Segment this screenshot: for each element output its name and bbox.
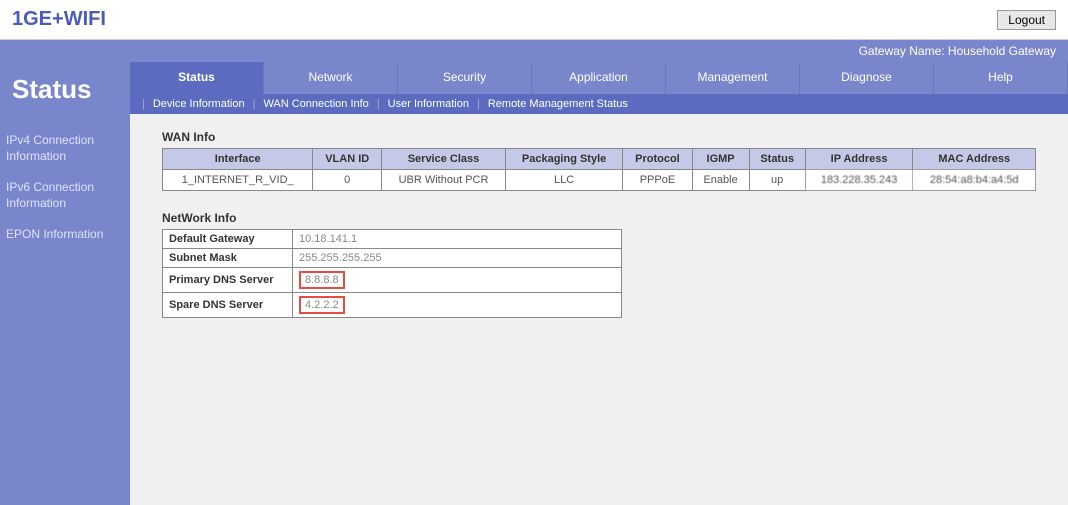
wan-vlan: 0 xyxy=(313,170,382,191)
tab-network[interactable]: Network xyxy=(264,62,398,94)
network-row-gateway: Default Gateway 10.18.141.1 xyxy=(163,230,622,249)
wan-service: UBR Without PCR xyxy=(382,170,506,191)
wan-header-igmp: IGMP xyxy=(692,149,749,170)
tab-help[interactable]: Help xyxy=(934,62,1068,94)
wan-header-protocol: Protocol xyxy=(623,149,692,170)
header: 1GE+WIFI Logout xyxy=(0,0,1068,40)
wan-header-mac: MAC Address xyxy=(913,149,1036,170)
subtab-wan-conn[interactable]: WAN Connection Info xyxy=(259,98,372,110)
logout-button[interactable]: Logout xyxy=(997,10,1056,30)
wan-ip: 183.228.35.243 xyxy=(805,170,913,191)
wan-header-vlan: VLAN ID xyxy=(313,149,382,170)
network-label-primary-dns: Primary DNS Server xyxy=(163,268,293,293)
wan-header-ip: IP Address xyxy=(805,149,913,170)
wan-status: up xyxy=(749,170,805,191)
logo-text: 1GE+WIFI xyxy=(12,8,106,31)
wan-header-row: Interface VLAN ID Service Class Packagin… xyxy=(163,149,1036,170)
sidebar-title: Status xyxy=(0,66,130,125)
wan-header-interface: Interface xyxy=(163,149,313,170)
wan-mac: 28:54:a8:b4:a4:5d xyxy=(913,170,1036,191)
content-area: WAN Info Interface VLAN ID Service Class… xyxy=(130,114,1068,334)
wan-header-service: Service Class xyxy=(382,149,506,170)
wan-igmp: Enable xyxy=(692,170,749,191)
network-info-title: NetWork Info xyxy=(162,211,1036,225)
sidebar-item-ipv6[interactable]: IPv6 Connection Information xyxy=(0,172,130,219)
network-label-gateway: Default Gateway xyxy=(163,230,293,249)
wan-data-row: 1_INTERNET_R_VID_ 0 UBR Without PCR LLC … xyxy=(163,170,1036,191)
network-row-subnet: Subnet Mask 255.255.255.255 xyxy=(163,249,622,268)
network-row-spare-dns: Spare DNS Server 4.2.2.2 xyxy=(163,293,622,318)
network-label-spare-dns: Spare DNS Server xyxy=(163,293,293,318)
network-value-subnet: 255.255.255.255 xyxy=(293,249,622,268)
network-label-subnet: Subnet Mask xyxy=(163,249,293,268)
tab-management[interactable]: Management xyxy=(666,62,800,94)
network-row-primary-dns: Primary DNS Server 8.8.8.8 xyxy=(163,268,622,293)
wan-info-title: WAN Info xyxy=(162,130,1036,144)
main-content: Status Network Security Application Mana… xyxy=(130,62,1068,505)
wan-packaging: LLC xyxy=(505,170,622,191)
subtab-device-info[interactable]: Device Information xyxy=(149,98,249,110)
wan-info-table: Interface VLAN ID Service Class Packagin… xyxy=(162,148,1036,191)
tab-diagnose[interactable]: Diagnose xyxy=(800,62,934,94)
tab-application[interactable]: Application xyxy=(532,62,666,94)
network-value-primary-dns: 8.8.8.8 xyxy=(293,268,622,293)
subtab-remote-mgmt[interactable]: Remote Management Status xyxy=(484,98,632,110)
wan-interface: 1_INTERNET_R_VID_ xyxy=(163,170,313,191)
gateway-name-bar: Gateway Name: Household Gateway xyxy=(0,40,1068,62)
spare-dns-highlight: 4.2.2.2 xyxy=(299,296,345,314)
subtab-user-info[interactable]: User Information xyxy=(384,98,473,110)
wan-header-status: Status xyxy=(749,149,805,170)
primary-dns-highlight: 8.8.8.8 xyxy=(299,271,345,289)
sidebar-item-epon[interactable]: EPON Information xyxy=(0,219,130,251)
wan-protocol: PPPoE xyxy=(623,170,692,191)
network-info-table: Default Gateway 10.18.141.1 Subnet Mask … xyxy=(162,229,622,318)
network-value-gateway: 10.18.141.1 xyxy=(293,230,622,249)
sidebar: Status IPv4 Connection Information IPv6 … xyxy=(0,62,130,505)
tab-row: Status Network Security Application Mana… xyxy=(130,62,1068,94)
subtab-row: | Device Information | WAN Connection In… xyxy=(130,94,1068,114)
tab-status[interactable]: Status xyxy=(130,62,264,94)
tab-security[interactable]: Security xyxy=(398,62,532,94)
wan-header-packaging: Packaging Style xyxy=(505,149,622,170)
network-value-spare-dns: 4.2.2.2 xyxy=(293,293,622,318)
sidebar-item-ipv4[interactable]: IPv4 Connection Information xyxy=(0,125,130,172)
